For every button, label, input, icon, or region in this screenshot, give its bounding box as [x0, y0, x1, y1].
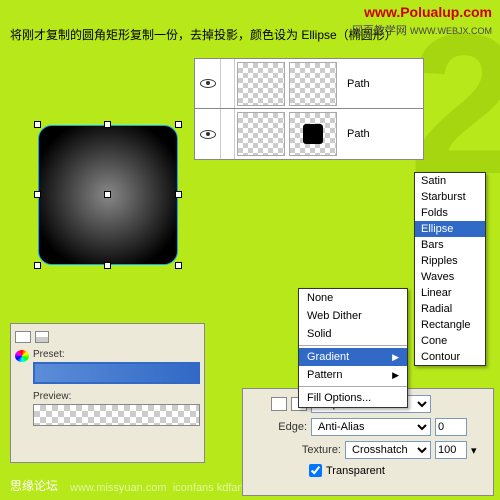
edge-amount[interactable]: [435, 418, 467, 436]
color-wheel-icon[interactable]: [15, 350, 29, 362]
resize-handle[interactable]: [175, 262, 182, 269]
center-handle[interactable]: [104, 191, 111, 198]
menu-item-ripples[interactable]: Ripples: [415, 253, 485, 269]
menu-item-starburst[interactable]: Starburst: [415, 189, 485, 205]
edge-label: Edge:: [257, 421, 307, 433]
layer-row[interactable]: Path: [195, 59, 423, 109]
layer-row[interactable]: Path: [195, 109, 423, 159]
gradient-type-menu: Satin Starburst Folds Ellipse Bars Rippl…: [414, 172, 486, 366]
footer-forum: 思缘论坛: [10, 477, 58, 494]
texture-select[interactable]: Crosshatch: [345, 441, 431, 459]
preview-label: Preview:: [33, 391, 71, 402]
layers-panel: Path Path: [194, 58, 424, 160]
menu-separator: [299, 386, 407, 387]
resize-handle[interactable]: [104, 262, 111, 269]
instruction-text: 将刚才复制的圆角矩形复制一份，去掉投影，颜色设为 Ellipse（椭圆形）: [10, 26, 397, 43]
transparent-label: Transparent: [326, 465, 385, 477]
footer-url: www.missyuan.com iconfans kdfans: [70, 482, 249, 494]
texture-label: Texture:: [291, 444, 341, 456]
layers-icon[interactable]: [35, 331, 49, 343]
menu-item-linear[interactable]: Linear: [415, 285, 485, 301]
swatch-icon[interactable]: [15, 331, 31, 343]
menu-item-satin[interactable]: Satin: [415, 173, 485, 189]
watermark-url: www.Polualup.com: [364, 4, 492, 20]
menu-item-filloptions[interactable]: Fill Options...: [299, 389, 407, 407]
eye-icon: [200, 130, 216, 139]
menu-separator: [299, 345, 407, 346]
layer-thumbnail[interactable]: [237, 112, 285, 156]
watermark-sub: 网页教学网 WWW.WEBJX.COM: [352, 22, 492, 38]
fill-bucket-icon[interactable]: [271, 397, 287, 411]
menu-item-rectangle[interactable]: Rectangle: [415, 317, 485, 333]
preset-strip[interactable]: [33, 362, 200, 384]
resize-handle[interactable]: [175, 191, 182, 198]
lock-col[interactable]: [221, 59, 235, 108]
preset-panel: Preset: Preview:: [10, 323, 205, 463]
menu-item-ellipse[interactable]: Ellipse: [415, 221, 485, 237]
preset-label: Preset:: [33, 349, 65, 360]
resize-handle[interactable]: [34, 262, 41, 269]
preview-strip: [33, 404, 200, 426]
menu-item-folds[interactable]: Folds: [415, 205, 485, 221]
visibility-toggle[interactable]: [195, 109, 221, 159]
texture-percent[interactable]: [435, 441, 467, 459]
menu-item-cone[interactable]: Cone: [415, 333, 485, 349]
menu-item-pattern[interactable]: Pattern▶: [299, 366, 407, 384]
fill-context-menu: None Web Dither Solid Gradient▶ Pattern▶…: [298, 288, 408, 408]
submenu-arrow-icon: ▶: [392, 370, 399, 381]
edge-select[interactable]: Anti-Alias: [311, 418, 431, 436]
layer-mask[interactable]: [289, 112, 337, 156]
menu-item-radial[interactable]: Radial: [415, 301, 485, 317]
eye-icon: [200, 79, 216, 88]
menu-item-waves[interactable]: Waves: [415, 269, 485, 285]
visibility-toggle[interactable]: [195, 59, 221, 108]
menu-item-webdither[interactable]: Web Dither: [299, 307, 407, 325]
menu-item-bars[interactable]: Bars: [415, 237, 485, 253]
menu-item-contour[interactable]: Contour: [415, 349, 485, 365]
lock-col[interactable]: [221, 109, 235, 159]
transparent-checkbox[interactable]: [309, 464, 322, 477]
shape-preview: [303, 124, 323, 144]
canvas-shape[interactable]: [38, 125, 178, 265]
resize-handle[interactable]: [175, 121, 182, 128]
menu-item-gradient[interactable]: Gradient▶: [299, 348, 407, 366]
menu-item-none[interactable]: None: [299, 289, 407, 307]
resize-handle[interactable]: [34, 121, 41, 128]
layer-mask[interactable]: [289, 62, 337, 106]
layer-thumbnail[interactable]: [237, 62, 285, 106]
layer-name[interactable]: Path: [347, 78, 370, 90]
submenu-arrow-icon: ▶: [392, 352, 399, 363]
resize-handle[interactable]: [104, 121, 111, 128]
menu-item-solid[interactable]: Solid: [299, 325, 407, 343]
layer-name[interactable]: Path: [347, 128, 370, 140]
resize-handle[interactable]: [34, 191, 41, 198]
